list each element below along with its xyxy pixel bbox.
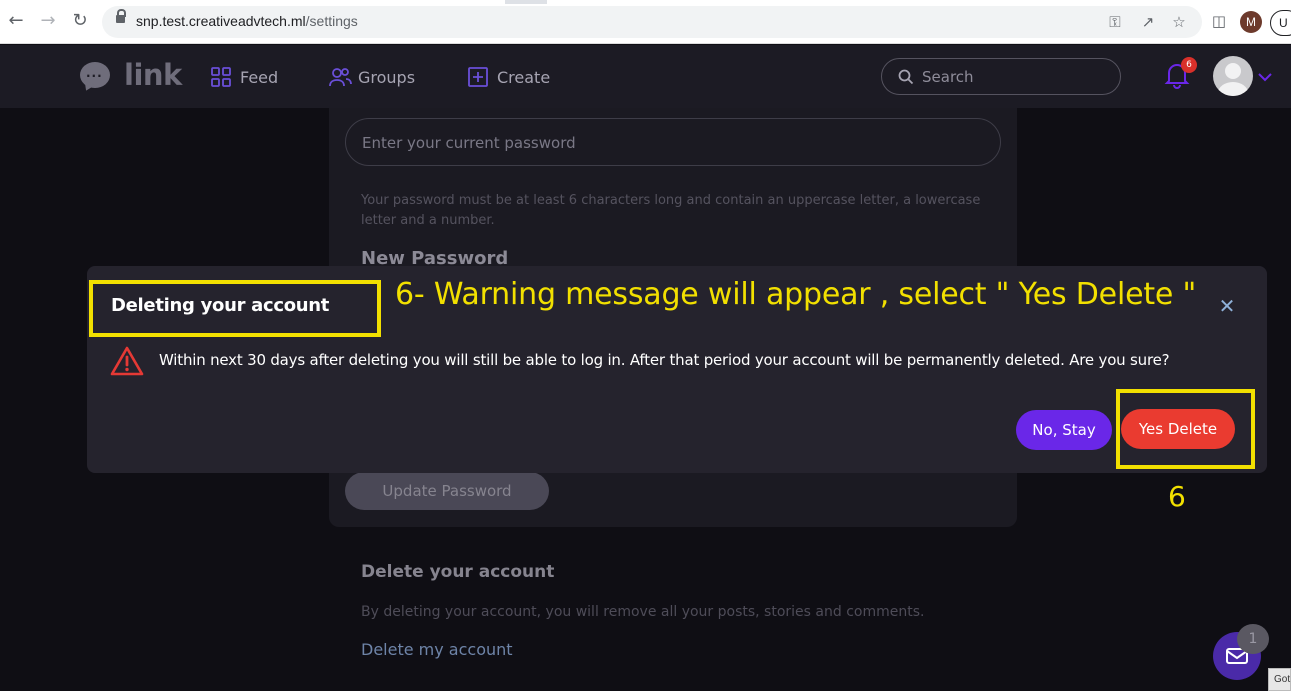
- warning-triangle-icon: [110, 345, 144, 377]
- nav-feed[interactable]: Feed: [210, 65, 278, 89]
- delete-account-heading: Delete your account: [361, 562, 555, 582]
- grid-icon: [210, 66, 232, 88]
- nav-groups[interactable]: Groups: [328, 65, 415, 89]
- browser-toolbar: ← → ↻ snp.test.creativeadvtech.ml/settin…: [0, 0, 1291, 44]
- dialog-message: Within next 30 days after deleting you w…: [159, 351, 1170, 369]
- step-number: 6: [1168, 480, 1186, 513]
- password-hint: Your password must be at least 6 charact…: [361, 193, 981, 228]
- sidepanel-icon[interactable]: ◫: [1210, 12, 1228, 30]
- star-icon[interactable]: ☆: [1170, 13, 1188, 31]
- plus-square-icon: [467, 66, 489, 88]
- close-icon[interactable]: ✕: [1217, 296, 1237, 316]
- chevron-down-icon[interactable]: [1257, 68, 1273, 82]
- link-logo[interactable]: ··· link: [80, 58, 182, 94]
- nav-create[interactable]: Create: [467, 65, 550, 89]
- tutorial-caption: 6- Warning message will appear , select …: [395, 277, 1197, 312]
- active-tab-edge: [505, 0, 547, 4]
- delete-account-description: By deleting your account, you will remov…: [361, 604, 925, 620]
- unread-count-badge: 1: [1237, 624, 1269, 654]
- chat-bubble-logo-icon: ···: [80, 62, 110, 88]
- notification-badge: 6: [1181, 57, 1197, 73]
- current-password-input[interactable]: [362, 131, 962, 155]
- users-icon: [328, 66, 352, 88]
- address-bar[interactable]: snp.test.creativeadvtech.ml/settings ⚿ ↗…: [102, 6, 1202, 38]
- current-password-field[interactable]: [345, 118, 1001, 166]
- search-icon: [898, 69, 914, 85]
- back-icon[interactable]: ←: [6, 11, 26, 31]
- search-box[interactable]: [881, 58, 1121, 95]
- title-highlight-box: [89, 280, 381, 337]
- delete-my-account-link[interactable]: Delete my account: [361, 640, 513, 659]
- update-password-button[interactable]: Update Password: [345, 472, 549, 510]
- key-icon[interactable]: ⚿: [1106, 13, 1124, 31]
- corner-tab[interactable]: Got: [1268, 668, 1291, 691]
- reload-icon[interactable]: ↻: [70, 11, 90, 31]
- button-highlight-box: [1116, 389, 1255, 469]
- share-icon[interactable]: ↗: [1139, 13, 1157, 31]
- url-text: snp.test.creativeadvtech.ml/settings: [136, 13, 358, 29]
- user-avatar[interactable]: [1213, 56, 1253, 96]
- profile-avatar[interactable]: M: [1240, 11, 1262, 33]
- search-input[interactable]: [922, 66, 1102, 88]
- update-chip[interactable]: U: [1270, 10, 1291, 36]
- no-stay-button[interactable]: No, Stay: [1016, 410, 1112, 450]
- lock-icon: [116, 9, 126, 25]
- forward-icon[interactable]: →: [38, 11, 58, 31]
- app-header: ··· link Feed Groups Create 6: [0, 45, 1291, 108]
